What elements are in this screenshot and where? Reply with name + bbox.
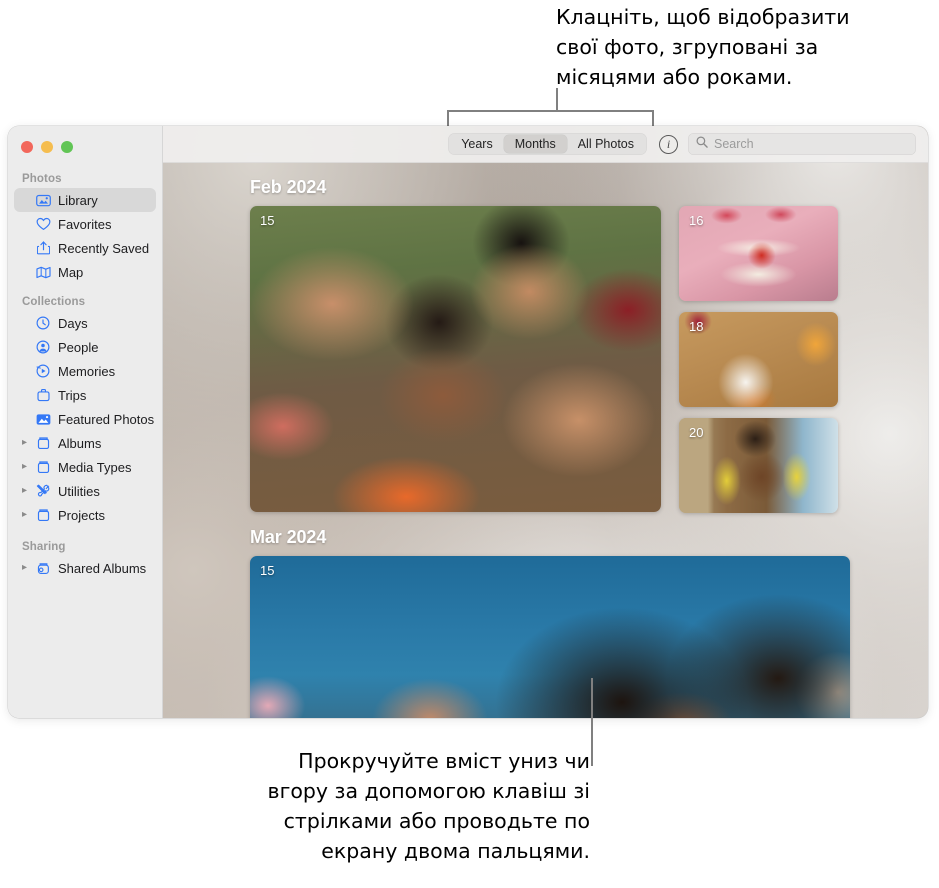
tab-months[interactable]: Months [503, 135, 567, 153]
person-icon [34, 340, 52, 354]
month-row-mar: 15 [250, 556, 858, 718]
sidebar-section-collections-title: Collections [22, 296, 86, 308]
shared-album-icon [34, 561, 52, 575]
chevron-right-icon[interactable]: ▸ [22, 438, 33, 448]
callout-text-top: Клацніть, щоб відобразити свої фото, згр… [556, 5, 850, 89]
sidebar-item-library[interactable]: Library [14, 188, 156, 212]
sidebar-item-label: Days [58, 315, 88, 331]
library-icon [34, 194, 52, 207]
sidebar-item-label: Shared Albums [58, 560, 147, 576]
sidebar-item-label: Library [58, 192, 98, 208]
sidebar-item-people[interactable]: People [14, 335, 156, 359]
heart-icon [34, 217, 52, 231]
callout-text-bottom: Прокручуйте вміст униз чи вгору за допом… [267, 749, 591, 863]
chevron-right-icon[interactable]: ▸ [22, 486, 33, 496]
sidebar-item-label: Utilities [58, 483, 100, 499]
day-badge: 18 [689, 319, 704, 334]
thumbnail-column: 16 18 20 [679, 206, 838, 513]
clock-icon [34, 316, 52, 330]
sidebar-item-favorites[interactable]: Favorites [14, 212, 156, 236]
tab-all-photos[interactable]: All Photos [567, 135, 645, 153]
album-icon [34, 436, 52, 450]
photo-card-hero[interactable]: 15 [250, 556, 850, 718]
sidebar-section-photos-title: Photos [22, 173, 62, 185]
callout-leader-bottom [591, 678, 593, 766]
day-badge: 16 [689, 213, 704, 228]
photo-image [250, 206, 661, 512]
view-mode-segmented-control[interactable]: Years Months All Photos [448, 133, 647, 155]
search-input[interactable]: Search [688, 133, 916, 155]
window-controls [8, 126, 162, 153]
sidebar-item-featured-photos[interactable]: Featured Photos [14, 407, 156, 431]
chevron-right-icon[interactable]: ▸ [22, 462, 33, 472]
sidebar-item-projects[interactable]: ▸ Projects [14, 503, 156, 527]
toolbar: Years Months All Photos i Search [163, 126, 928, 163]
day-badge: 20 [689, 425, 704, 440]
month-row-feb: 15 16 18 20 [250, 206, 858, 513]
month-header: Feb 2024 [250, 177, 327, 197]
day-badge: 15 [260, 563, 275, 578]
day-badge: 15 [260, 213, 275, 228]
content-area: Years Months All Photos i Search Feb 202… [163, 126, 928, 718]
tab-years[interactable]: Years [450, 135, 504, 153]
sidebar-item-trips[interactable]: Trips [14, 383, 156, 407]
map-icon [34, 266, 52, 279]
photos-app-window: Photos Library Favorites Recently Saved … [8, 126, 928, 718]
sidebar-item-label: Projects [58, 507, 105, 523]
sidebar-item-recently-saved[interactable]: Recently Saved [14, 236, 156, 260]
sidebar-item-label: Recently Saved [58, 240, 150, 256]
sidebar-item-albums[interactable]: ▸ Albums [14, 431, 156, 455]
sidebar-item-label: Albums [58, 435, 102, 451]
close-button[interactable] [21, 141, 33, 153]
memories-icon [34, 364, 52, 378]
utilities-icon [34, 484, 52, 498]
month-header: Mar 2024 [250, 527, 327, 547]
sidebar-item-memories[interactable]: Memories [14, 359, 156, 383]
sidebar-item-label: Featured Photos [58, 411, 155, 427]
sidebar-item-days[interactable]: Days [14, 311, 156, 335]
sidebar-item-label: Map [58, 264, 84, 280]
info-icon[interactable]: i [659, 134, 678, 154]
photo-card-thumbnail[interactable]: 20 [679, 418, 838, 513]
sidebar-item-map[interactable]: Map [14, 260, 156, 284]
sidebar-item-media-types[interactable]: ▸ Media Types [14, 455, 156, 479]
chevron-right-icon[interactable]: ▸ [22, 510, 33, 520]
search-icon [696, 135, 708, 153]
photo-image [250, 556, 850, 718]
photo-card-thumbnail[interactable]: 18 [679, 312, 838, 407]
sidebar-item-utilities[interactable]: ▸ Utilities [14, 479, 156, 503]
album-icon [34, 460, 52, 474]
sidebar-item-label: Memories [58, 363, 116, 379]
zoom-button[interactable] [61, 141, 73, 153]
photo-card-thumbnail[interactable]: 16 [679, 206, 838, 301]
sidebar-item-label: Media Types [58, 459, 132, 475]
sidebar-item-label: Trips [58, 387, 87, 403]
album-icon [34, 508, 52, 522]
callout-leader-stem-top [556, 88, 558, 111]
sidebar-item-label: People [58, 339, 99, 355]
sidebar: Photos Library Favorites Recently Saved … [8, 126, 163, 718]
sidebar-item-label: Favorites [58, 216, 112, 232]
chevron-right-icon[interactable]: ▸ [22, 563, 33, 573]
sidebar-item-shared-albums[interactable]: ▸ Shared Albums [14, 556, 156, 580]
featured-photos-icon [34, 413, 52, 426]
photo-card-hero[interactable]: 15 [250, 206, 661, 512]
photo-grid-scroll-area[interactable]: Feb 2024 15 16 18 20 Mar 2024 15 [163, 163, 928, 718]
callout-bracket-horizontal [447, 110, 654, 112]
info-glyph: i [666, 136, 671, 151]
sidebar-section-sharing-title: Sharing [22, 541, 66, 553]
search-placeholder: Search [714, 137, 754, 151]
minimize-button[interactable] [41, 141, 53, 153]
trips-icon [34, 388, 52, 402]
recently-saved-icon [34, 241, 52, 255]
